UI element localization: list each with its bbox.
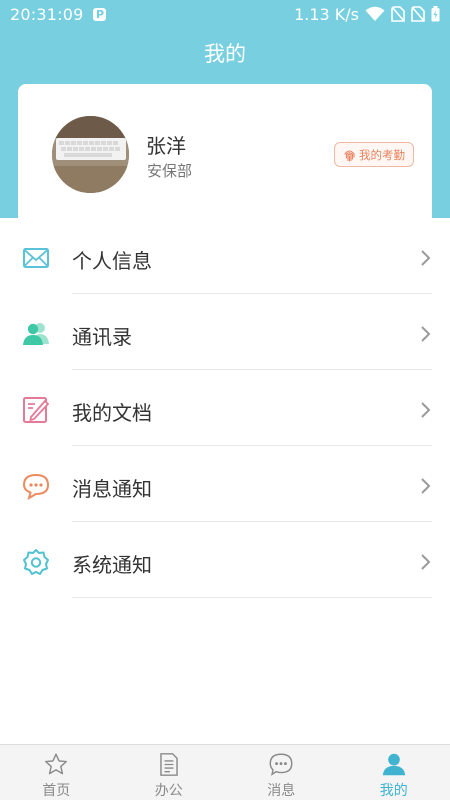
chat-bubble-icon [22, 473, 50, 500]
message-icon [269, 753, 293, 776]
status-right-group: 1.13 K/s [294, 5, 440, 24]
tab-label: 消息 [267, 783, 296, 799]
profile-screen: 20:31:09 P 1.13 K/s 我的 张洋 安保部 我的考勤 个人信息 … [0, 0, 450, 800]
document-icon [160, 753, 178, 776]
status-bar: 20:31:09 P 1.13 K/s [0, 0, 450, 28]
menu-item-contacts[interactable]: 通讯录 [0, 294, 450, 370]
menu-label: 通讯录 [72, 325, 132, 349]
menu-label: 消息通知 [72, 477, 152, 501]
star-icon [45, 753, 68, 775]
person-icon [382, 753, 405, 776]
tab-home[interactable]: 首页 [0, 745, 113, 800]
no-sim-icon [411, 6, 425, 22]
network-speed: 1.13 K/s [294, 4, 359, 24]
document-edit-icon [23, 397, 50, 423]
tab-messages[interactable]: 消息 [225, 745, 338, 800]
chevron-right-icon [421, 326, 431, 342]
menu-list: 个人信息 通讯录 我的文档 消息通知 系统通知 [0, 218, 450, 598]
chevron-right-icon [421, 554, 431, 570]
mail-icon [23, 248, 49, 268]
menu-label: 系统通知 [72, 553, 152, 577]
status-time: 20:31:09 [10, 4, 84, 24]
menu-label: 我的文档 [72, 401, 152, 425]
page-title: 我的 [204, 42, 246, 66]
contacts-icon [23, 323, 49, 345]
profile-card[interactable]: 张洋 安保部 我的考勤 [18, 84, 432, 234]
keyboard-photo [52, 116, 129, 193]
my-attendance-button[interactable]: 我的考勤 [334, 142, 414, 167]
menu-item-system-notifications[interactable]: 系统通知 [0, 522, 450, 598]
tab-label: 首页 [42, 783, 71, 799]
tab-label: 我的 [379, 783, 408, 799]
gear-icon [23, 549, 49, 575]
tab-office[interactable]: 办公 [113, 745, 226, 800]
user-department: 安保部 [147, 162, 193, 180]
user-name: 张洋 [146, 134, 186, 158]
menu-item-personal-info[interactable]: 个人信息 [0, 218, 450, 294]
chevron-right-icon [421, 250, 431, 266]
battery-icon [431, 6, 440, 22]
divider [72, 597, 432, 598]
wifi-icon [365, 6, 385, 21]
attendance-label: 我的考勤 [359, 147, 405, 162]
tab-mine[interactable]: 我的 [338, 745, 450, 800]
avatar[interactable] [52, 116, 129, 193]
app-notification-icon: P [93, 7, 107, 21]
menu-item-message-notifications[interactable]: 消息通知 [0, 446, 450, 522]
chevron-right-icon [421, 402, 431, 418]
no-sim-icon [391, 6, 405, 22]
chevron-right-icon [421, 478, 431, 494]
menu-label: 个人信息 [72, 249, 152, 273]
bottom-tab-bar: 首页 办公 消息 我的 [0, 744, 450, 800]
menu-item-my-documents[interactable]: 我的文档 [0, 370, 450, 446]
fingerprint-icon [344, 149, 355, 162]
tab-label: 办公 [154, 783, 183, 799]
